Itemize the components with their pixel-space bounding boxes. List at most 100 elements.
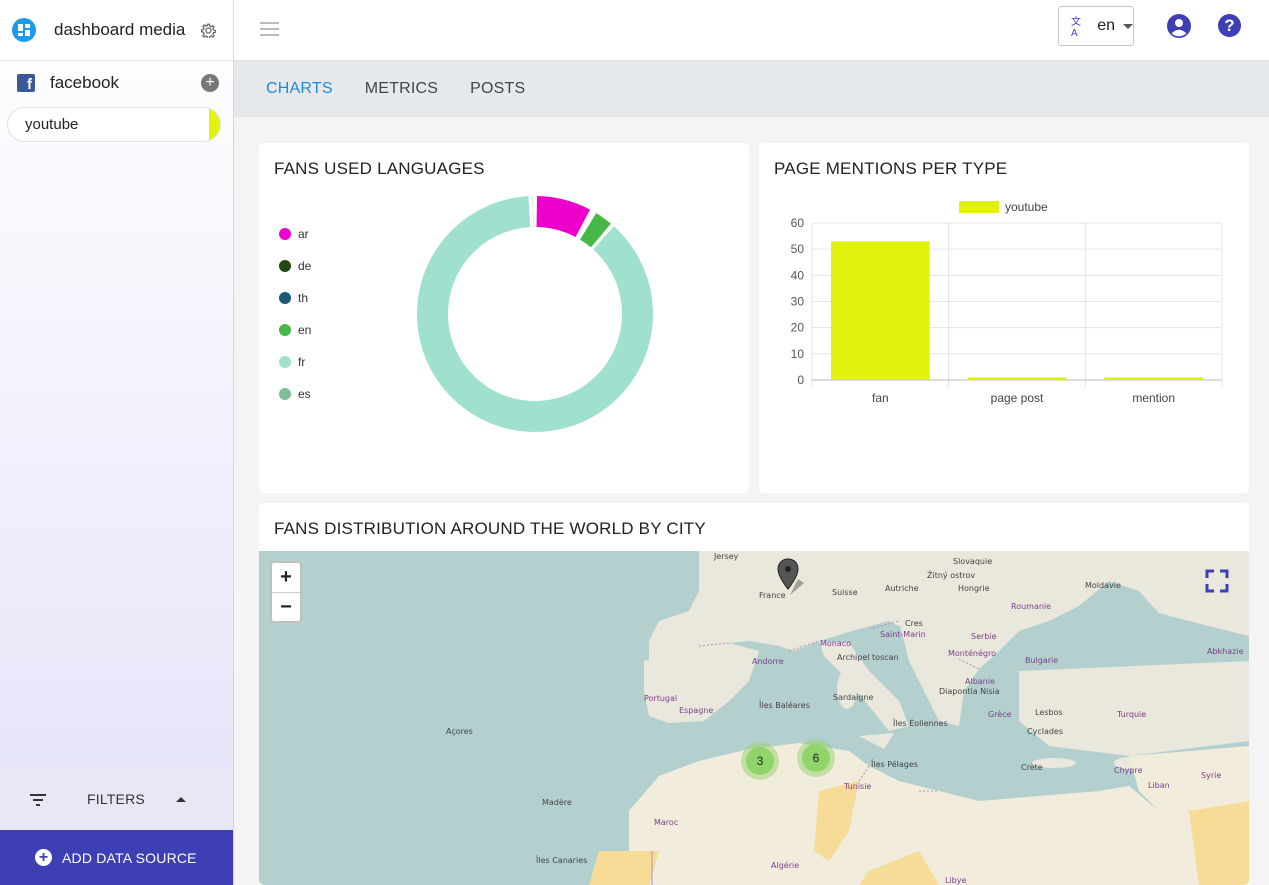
cluster-count: 3 [746,747,774,775]
map-place-label: Andorre [752,657,784,666]
sidebar: dashboard media f facebook + youtube FIL… [0,0,234,885]
zoom-out-button[interactable]: − [272,592,300,621]
map-cluster[interactable]: 3 [741,742,779,780]
legend-item-fr[interactable]: fr [279,355,305,369]
legend-label: th [298,291,309,305]
tab-posts[interactable]: POSTS [470,80,525,98]
account-facebook[interactable]: f facebook + [0,61,233,105]
tab-charts[interactable]: CHARTS [266,80,333,98]
y-tick-label: 60 [791,216,805,230]
translate-icon: 文A [1071,17,1081,39]
map-place-label: Îles Pélages [871,760,918,769]
caret-up-icon [175,796,186,802]
map-place-label: Îles Éoliennes [893,719,948,728]
map-place-label: Abkhazie [1207,647,1244,656]
account-youtube[interactable]: youtube [7,107,221,142]
legend-swatch [279,228,291,240]
map-place-label: Chypre [1114,766,1143,775]
x-tick-label: mention [1132,391,1175,405]
map-place-label: Portugal [644,694,678,703]
bar-legend-label: youtube [1005,200,1048,214]
menu-icon[interactable] [260,22,279,36]
map-place-label: Crète [1021,763,1043,772]
map-place-label: Jersey [714,552,739,561]
map-place-label: Moldavie [1085,581,1121,590]
donut-slice-fr[interactable] [417,196,653,432]
map-place-label: Maroc [654,818,679,827]
tab-metrics[interactable]: METRICS [365,80,438,98]
map-place-label: Turquie [1117,710,1147,719]
donut-slice-ar[interactable] [536,196,591,238]
y-tick-label: 40 [791,268,805,282]
map-place-label: Monaco [820,639,852,648]
legend-item-en[interactable]: en [279,323,311,337]
map-place-label: Açores [446,727,473,736]
map-place-label: Sardaigne [833,693,874,702]
legend-label: fr [298,355,306,369]
map-place-label: Espagne [679,706,714,715]
map-place-label: Roumanie [1011,602,1052,611]
map-place-label: Grèce [988,710,1012,719]
map-place-label: Serbie [971,632,997,641]
user-account-icon[interactable] [1166,13,1192,39]
filters-label: FILTERS [87,791,145,807]
legend-swatch [279,260,291,272]
x-tick-label: page post [991,391,1044,405]
language-select[interactable]: 文A en [1058,6,1134,46]
mentions-bar-chart: youtube 0 10 20 30 40 50 60 fan page post mention [791,200,1223,405]
legend-swatch [279,324,291,336]
filters-toggle[interactable]: FILTERS [0,768,233,830]
map-place-label: Tunisie [844,782,872,791]
map-place-label: Liban [1148,781,1170,790]
map-place-label: Archipel toscan [837,653,899,662]
map-place-label: Suisse [832,588,858,597]
bar-page-post[interactable] [967,377,1067,380]
y-tick-label: 30 [791,295,805,309]
donut-slice-es[interactable] [532,196,534,228]
account-color-indicator [209,108,220,141]
world-map[interactable]: + − 3 6 Jersey Slovaquie Žitný ostrov Autri… [259,551,1249,885]
legend-label: ar [298,227,309,241]
map-place-label: Žitný ostrov [927,571,976,580]
plus-circle-icon: + [35,849,52,866]
cluster-count: 6 [802,744,830,772]
top-bar: 文A en ? [234,0,1269,61]
map-place-label: Monténégro [948,649,997,658]
map-place-label: Algérie [771,861,800,870]
languages-donut-chart [417,196,653,432]
donut-slice-en[interactable] [580,213,611,248]
map-place-label: Îles Baléares [759,701,810,710]
map-place-label: Bulgarie [1025,656,1059,665]
help-icon[interactable]: ? [1218,14,1241,37]
settings-gear-icon[interactable] [199,21,217,39]
map-place-label: Saint-Marin [880,630,926,639]
bar-fan[interactable] [831,241,930,380]
map-place-label: Libye [945,876,967,885]
y-tick-label: 20 [791,321,805,335]
add-data-source-button[interactable]: + ADD DATA SOURCE [0,830,233,885]
tab-bar: CHARTS METRICS POSTS [234,61,1269,117]
map-place-label: Lesbos [1035,708,1063,717]
legend-item-ar[interactable]: ar [279,227,309,241]
map-place-label: Diapontia Nisia [939,687,1000,696]
map-place-label: France [759,591,786,600]
language-value: en [1097,17,1115,34]
legend-item-de[interactable]: de [279,259,311,273]
add-account-icon[interactable]: + [201,74,219,92]
legend-item-th[interactable]: th [279,291,308,305]
legend-label: en [298,323,312,337]
bar-mention[interactable] [1104,377,1203,380]
languages-card-title: FANS USED LANGUAGES [274,159,485,178]
filter-icon [30,793,46,806]
y-tick-label: 0 [797,373,804,387]
map-place-label: Albanie [965,677,995,686]
legend-label: de [298,259,312,273]
fullscreen-icon[interactable] [1205,569,1229,593]
legend-item-es[interactable]: es [279,387,311,401]
map-place-label: Cres [905,619,923,628]
map-cluster[interactable]: 6 [797,739,835,777]
map-card: FANS DISTRIBUTION AROUND THE WORLD BY CI… [259,503,1249,885]
map-place-label: Madère [542,798,572,807]
zoom-in-button[interactable]: + [272,563,300,592]
brand-header: dashboard media [0,0,233,61]
